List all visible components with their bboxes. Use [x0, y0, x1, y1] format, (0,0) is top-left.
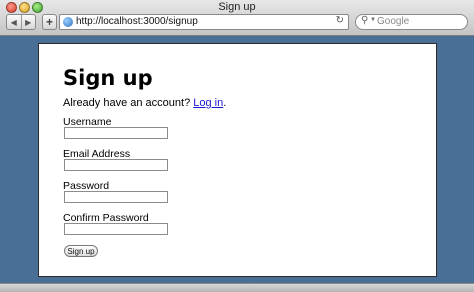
search-icon: ⚲: [361, 15, 369, 26]
nav-buttons: ◀ ▶: [6, 14, 36, 30]
account-prompt: Already have an account? Log in.: [63, 97, 226, 109]
confirm-password-field[interactable]: [64, 223, 168, 235]
forward-button[interactable]: ▶: [20, 15, 36, 29]
add-bookmark-button[interactable]: +: [42, 14, 57, 30]
login-link[interactable]: Log in: [193, 97, 223, 109]
window-bottom-bar: [0, 283, 474, 292]
login-suffix: .: [223, 97, 227, 109]
chevron-down-icon[interactable]: ▼: [370, 17, 376, 23]
back-button[interactable]: ◀: [7, 15, 21, 29]
search-placeholder: Google: [377, 16, 410, 27]
page-title: Sign up: [63, 66, 153, 90]
url-text[interactable]: http://localhost:3000/signup: [76, 16, 198, 27]
page-content: Sign up Already have an account? Log in.…: [38, 43, 437, 277]
reload-icon[interactable]: ↻: [336, 15, 344, 26]
username-field[interactable]: [64, 127, 168, 139]
account-prompt-text: Already have an account?: [63, 97, 191, 109]
forward-arrow-icon: ▶: [25, 17, 32, 27]
title-bar: Sign up ◀ ▶ + http://localhost:3000/sign…: [0, 0, 474, 36]
search-field[interactable]: ⚲ ▼ Google: [355, 14, 468, 30]
window-title: Sign up: [218, 1, 256, 13]
email-field[interactable]: [64, 159, 168, 171]
browser-toolbar: ◀ ▶ + http://localhost:3000/signup ↻ ⚲ ▼…: [0, 13, 474, 35]
back-arrow-icon: ◀: [10, 17, 17, 27]
sign-up-button[interactable]: Sign up: [64, 245, 98, 257]
globe-icon: [63, 17, 73, 27]
browser-window: Sign up ◀ ▶ + http://localhost:3000/sign…: [0, 0, 474, 292]
password-field[interactable]: [64, 191, 168, 203]
address-bar[interactable]: http://localhost:3000/signup ↻: [59, 14, 349, 30]
